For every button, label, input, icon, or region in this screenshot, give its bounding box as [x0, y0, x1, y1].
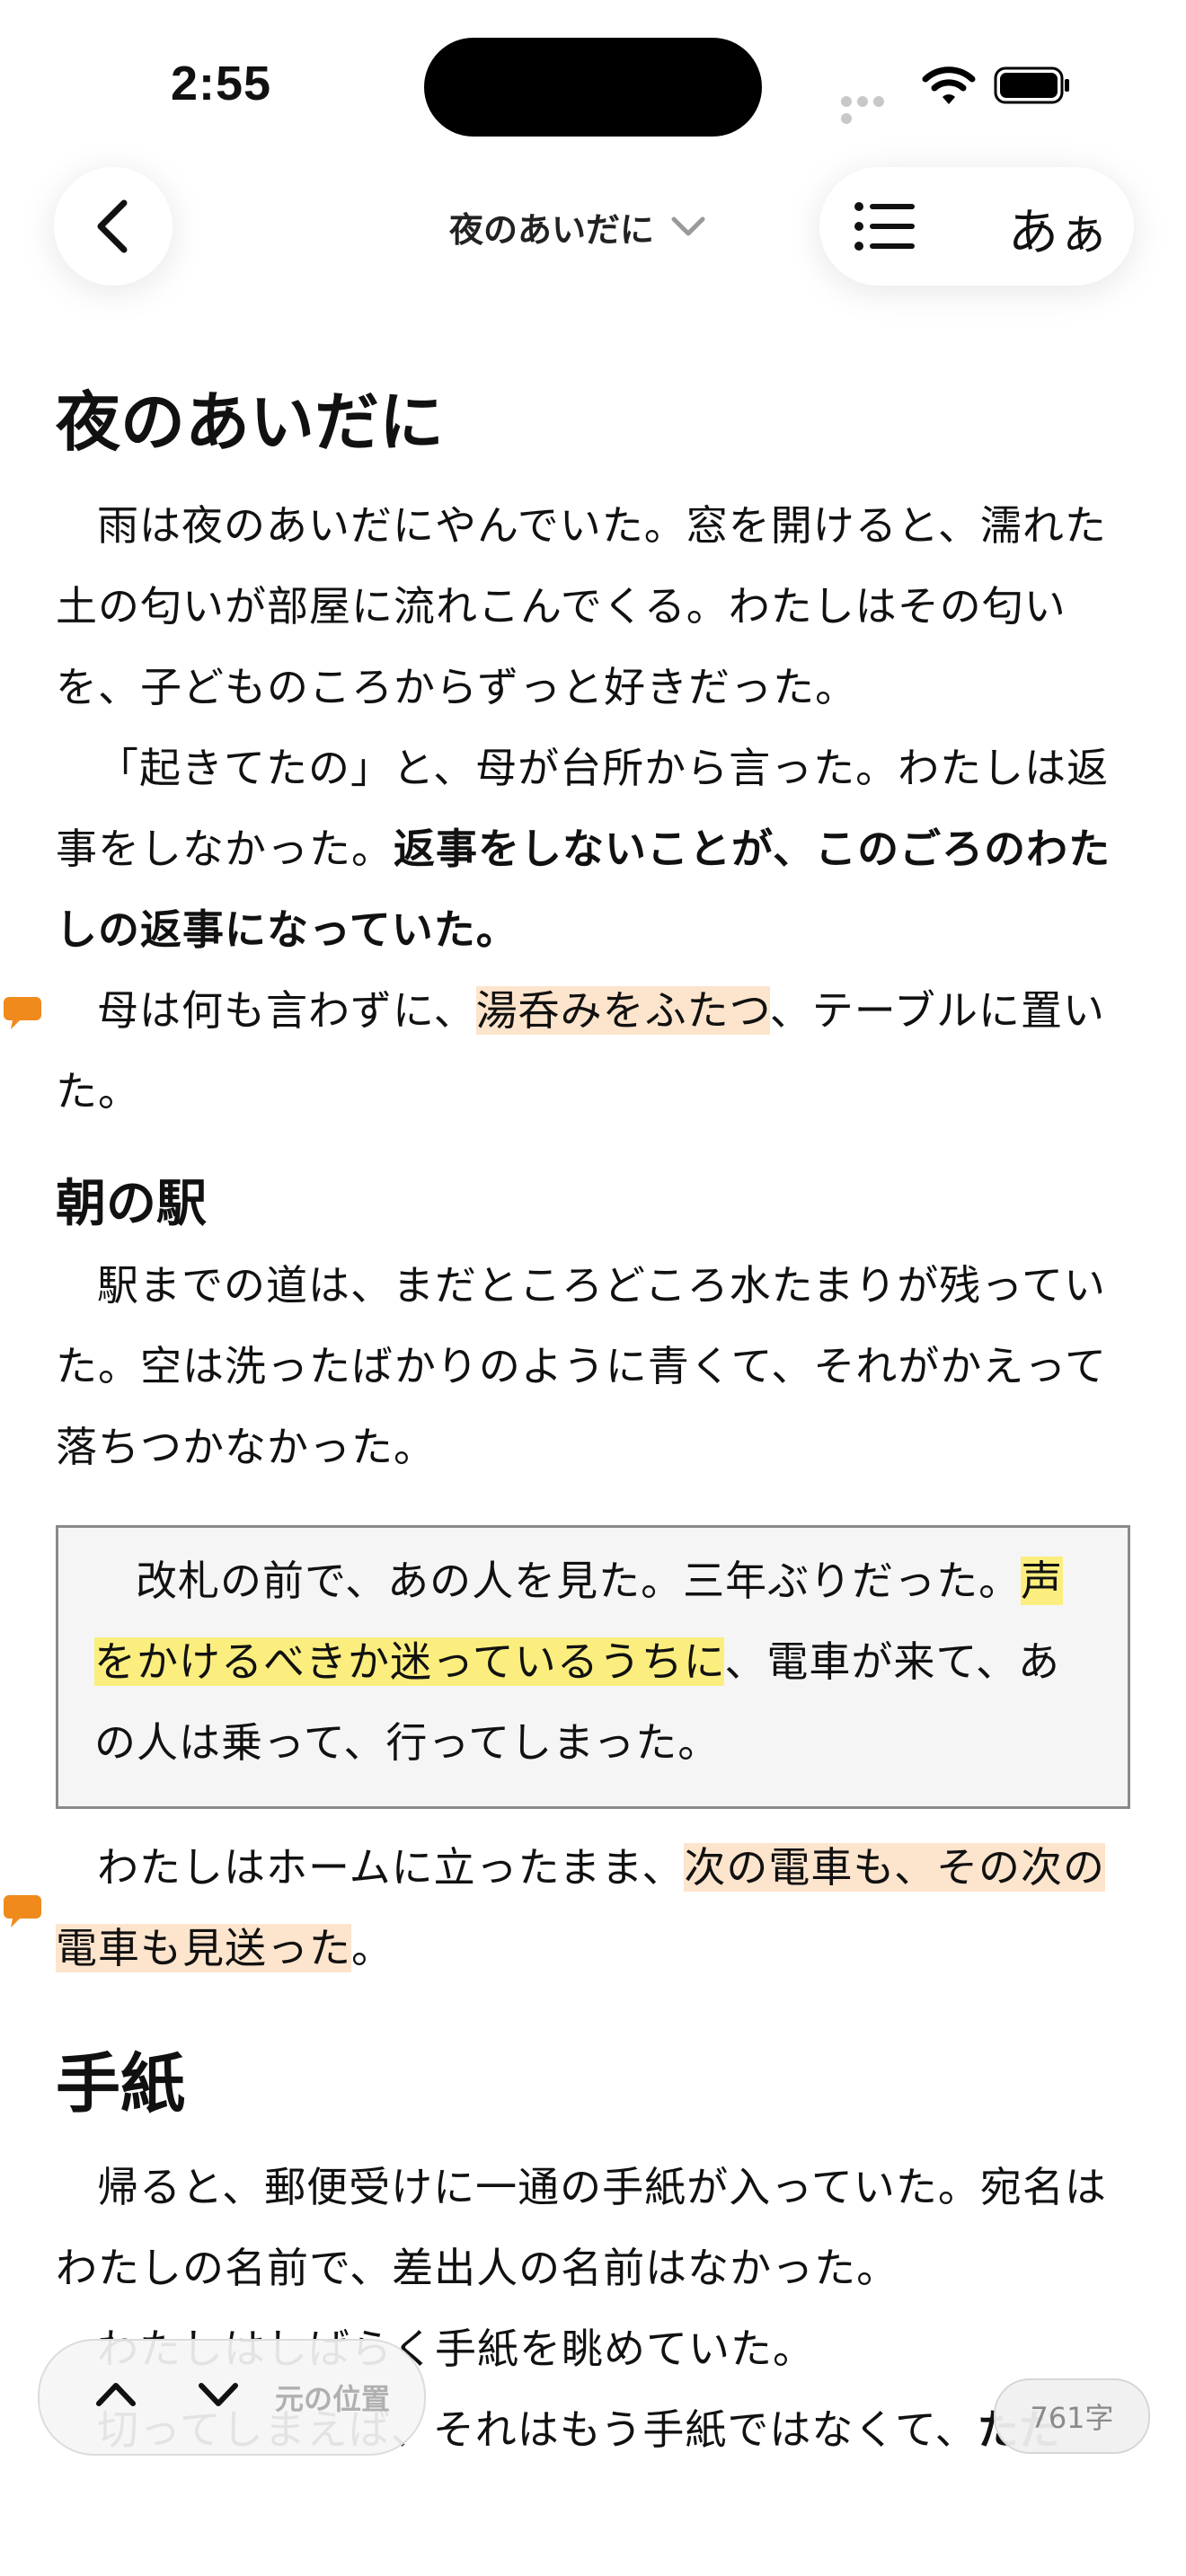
note-icon[interactable] — [4, 995, 41, 1031]
chapter-selector-label: 夜のあいだに — [449, 209, 655, 250]
toolbar-pill: あぁ — [819, 167, 1134, 286]
paragraph: 雨は夜のあいだにやんでいた。窓を開けると、濡れた土の匂いが部屋に流れこんでくる。… — [56, 501, 1107, 711]
font-settings-button[interactable]: あぁ — [1008, 192, 1109, 265]
up-arrow-icon[interactable] — [93, 2377, 138, 2413]
dynamic-island — [424, 38, 762, 137]
chapter-title: 手紙 — [56, 2046, 186, 2122]
table-of-contents-icon[interactable] — [854, 199, 916, 253]
signal-dots-icon — [841, 93, 904, 124]
paragraph-with-highlight: わたしはホームに立ったまま、次の電車も、その次の電車も見送った。 — [56, 1827, 1130, 1989]
paragraph-text: 母は何も言わずに、 — [97, 986, 476, 1035]
back-button[interactable] — [54, 167, 173, 286]
section-title: 朝の駅 — [56, 1175, 207, 1233]
paragraph-text: 。 — [351, 1924, 394, 1972]
reader-content: 夜のあいだに 雨は夜のあいだにやんでいた。窓を開けると、濡れた土の匂いが部屋に流… — [56, 359, 1130, 2470]
battery-icon — [994, 66, 1069, 104]
chapter-title: 夜のあいだに — [56, 384, 445, 460]
paragraph-with-highlight: 母は何も言わずに、湯呑みをふたつ、テーブルに置いた。 — [56, 970, 1130, 1132]
return-to-position-button[interactable]: 元の位置 — [275, 2377, 390, 2418]
paragraph: 駅までの道は、まだところどころ水たまりが残っていた。空は洗ったばかりのように青く… — [56, 1261, 1107, 1471]
character-count-badge: 761字 — [994, 2378, 1150, 2454]
chevron-down-icon — [671, 216, 705, 236]
back-chevron-icon — [97, 199, 128, 253]
paragraph: 帰ると、郵便受けに一通の手紙が入っていた。宛名はわたしの名前で、差出人の名前はな… — [56, 2163, 1107, 2292]
paragraph: 「起きてたの」と、母が台所から言った。わたしは返事をしなかった。返事をしないこと… — [56, 728, 1130, 970]
paragraph-text: 改札の前で、あの人を見た。三年ぶりだった。 — [136, 1557, 1022, 1605]
blockquote: 改札の前で、あの人を見た。三年ぶりだった。声をかけるべきか迷っているうちに、電車… — [56, 1525, 1130, 1809]
status-time: 2:55 — [171, 57, 272, 110]
status-bar: 2:55 — [0, 0, 1186, 171]
down-arrow-icon[interactable] — [196, 2377, 241, 2413]
quote-paragraph: 改札の前で、あの人を見た。三年ぶりだった。声をかけるべきか迷っているうちに、電車… — [94, 1540, 1092, 1783]
paragraph-text: わたしはホームに立ったまま、 — [97, 1843, 685, 1892]
bottom-mask — [0, 2461, 1186, 2576]
orange-highlight[interactable]: 湯呑みをふたつ — [475, 986, 770, 1035]
wifi-icon — [922, 66, 976, 104]
note-icon[interactable] — [4, 1893, 41, 1929]
chapter-selector[interactable]: 夜のあいだに — [449, 199, 706, 253]
position-navigator: 元の位置 — [38, 2339, 426, 2456]
